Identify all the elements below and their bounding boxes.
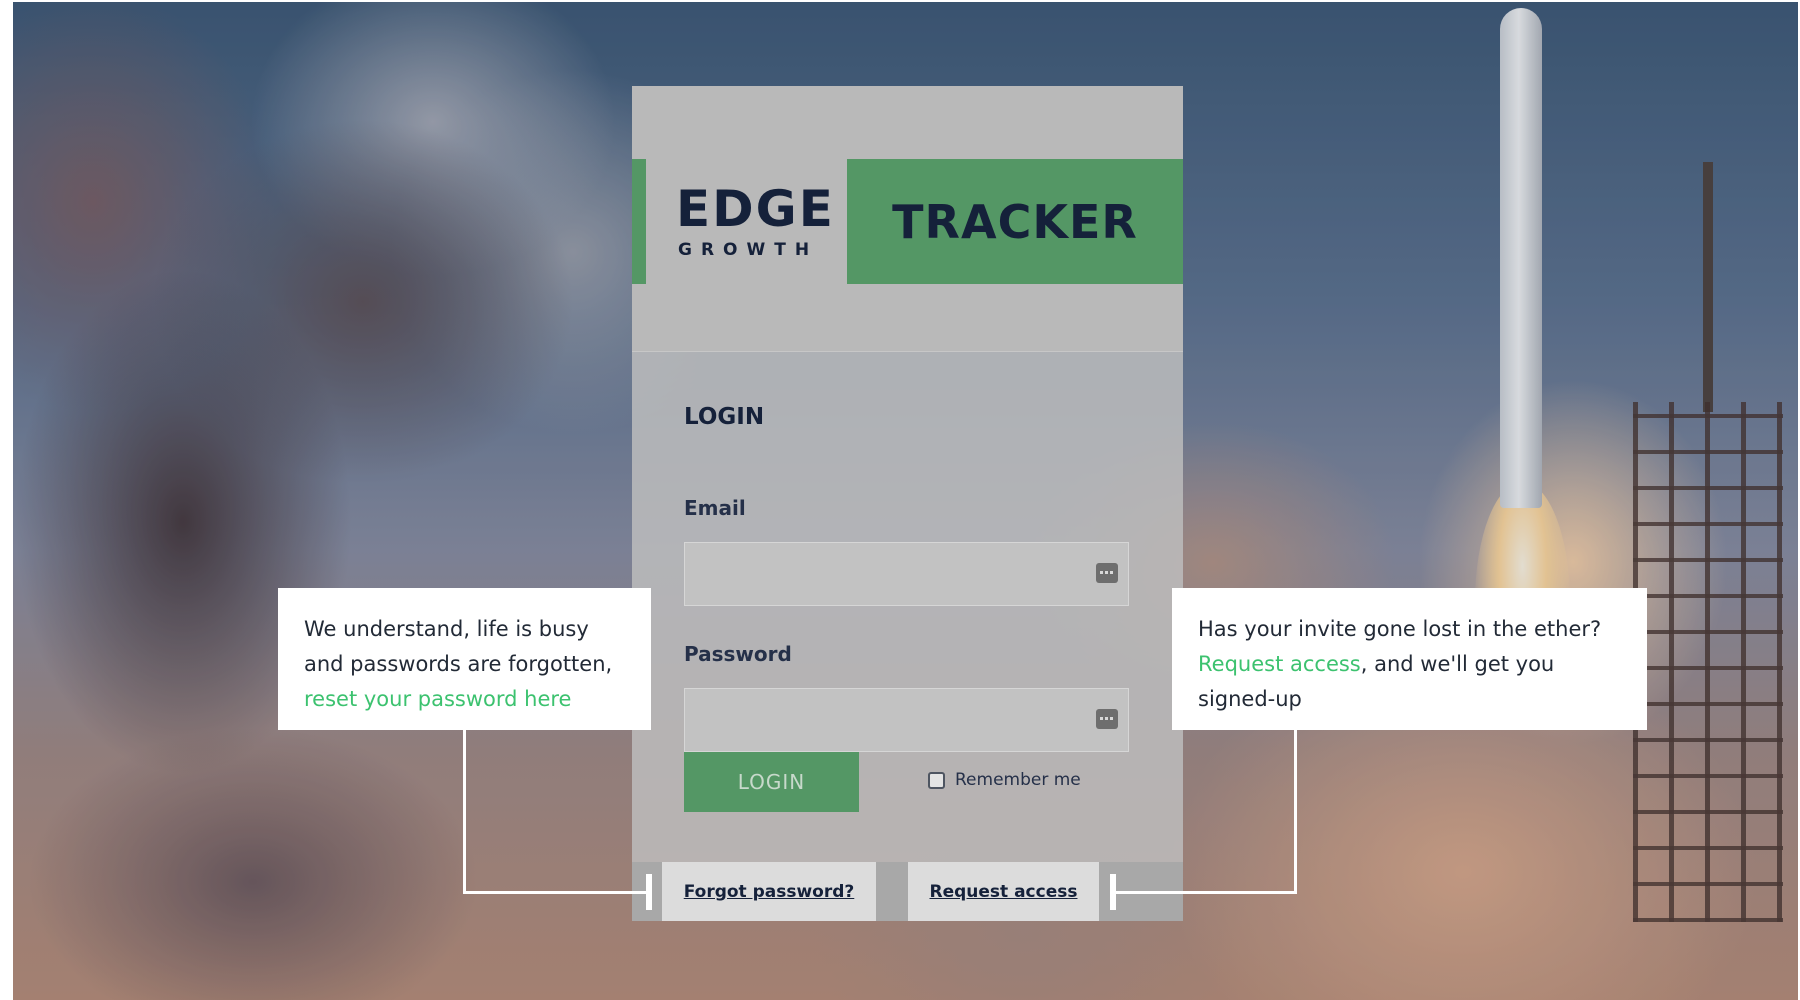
callout-connector-cap bbox=[646, 874, 652, 910]
callout-connector-line bbox=[463, 730, 466, 894]
request-access-callout-link[interactable]: Request access bbox=[1198, 652, 1361, 676]
login-card: EDGE GROWTH TRACKER LOGIN Email Password… bbox=[632, 86, 1183, 921]
callout-connector-line bbox=[1112, 891, 1297, 894]
password-manager-key-icon[interactable] bbox=[1096, 709, 1118, 729]
email-label: Email bbox=[684, 496, 746, 520]
card-footer: Forgot password? Request access bbox=[632, 862, 1183, 921]
callout-connector-line bbox=[1294, 730, 1297, 894]
email-field-wrapper bbox=[684, 542, 1129, 606]
product-name: TRACKER bbox=[892, 194, 1138, 249]
login-button[interactable]: LOGIN bbox=[684, 752, 859, 812]
remember-me-label[interactable]: Remember me bbox=[955, 770, 1081, 790]
logo-subtitle: GROWTH bbox=[678, 240, 819, 260]
password-field[interactable] bbox=[685, 689, 1128, 751]
callout-connector-cap bbox=[1110, 874, 1116, 910]
request-access-link[interactable]: Request access bbox=[908, 862, 1099, 921]
card-header: EDGE GROWTH TRACKER bbox=[632, 86, 1183, 352]
login-heading: LOGIN bbox=[684, 404, 765, 430]
product-banner: TRACKER bbox=[847, 159, 1183, 284]
checkbox-unchecked-icon[interactable] bbox=[928, 771, 945, 789]
email-field[interactable] bbox=[685, 543, 1128, 605]
logo-accent-strip bbox=[632, 159, 646, 284]
password-field-wrapper bbox=[684, 688, 1129, 752]
callout-text: Has your invite gone lost in the ether? bbox=[1198, 617, 1602, 641]
password-label: Password bbox=[684, 642, 792, 666]
callout-text: We understand, life is busy and password… bbox=[304, 617, 613, 676]
remember-me-control[interactable]: Remember me bbox=[928, 770, 1081, 790]
request-access-callout: Has your invite gone lost in the ether? … bbox=[1172, 588, 1647, 730]
forgot-password-callout: We understand, life is busy and password… bbox=[278, 588, 651, 730]
logo-wordmark: EDGE bbox=[676, 180, 835, 238]
password-manager-key-icon[interactable] bbox=[1096, 563, 1118, 583]
forgot-password-link[interactable]: Forgot password? bbox=[662, 862, 876, 921]
reset-password-callout-link[interactable]: reset your password here bbox=[304, 687, 571, 711]
callout-connector-line bbox=[463, 891, 646, 894]
